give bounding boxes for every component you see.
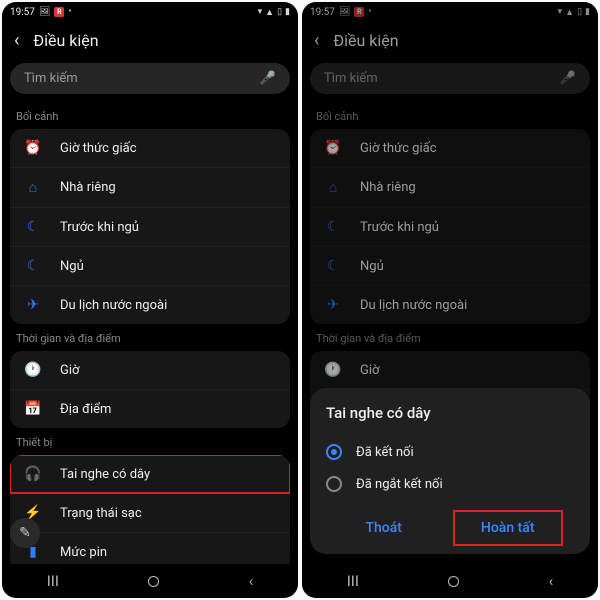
record-icon: R xyxy=(54,7,64,17)
battery-icon: ▮ xyxy=(285,7,290,17)
dot-icon: • xyxy=(368,7,371,17)
clock-icon: 🕐 xyxy=(22,362,44,378)
mic-icon[interactable]: 🎤 xyxy=(560,71,576,86)
signal-icon: ▯ xyxy=(577,7,582,17)
alarm-icon: ⏰ xyxy=(22,140,44,156)
calendar-icon: 📅 xyxy=(22,401,44,417)
section-context: Bối cảnh xyxy=(310,102,590,129)
row-sleep[interactable]: ☾Ngủ xyxy=(10,246,290,285)
status-bar: 19:57 🖼 R • ▾ ▲ ▯ ▮ xyxy=(2,2,298,22)
moon-icon: ☾ xyxy=(22,219,44,235)
home-icon: ⌂ xyxy=(22,179,44,196)
radio-disconnected[interactable]: Đã ngắt kết nối xyxy=(326,468,574,500)
wifi-icon: ▲ xyxy=(265,7,274,18)
page-title: Điều kiện xyxy=(333,31,398,50)
nav-back[interactable]: ‹ xyxy=(233,568,270,594)
row-wake[interactable]: ⏰Giờ thức giấc xyxy=(310,129,590,167)
group-context: ⏰Giờ thức giấc ⌂Nhà riêng ☾Trước khi ngủ… xyxy=(310,129,590,324)
plane-icon: ✈ xyxy=(22,297,44,313)
row-battery[interactable]: ▮Mức pin xyxy=(10,532,290,564)
clock-icon: 🕐 xyxy=(322,362,344,378)
row-sleep[interactable]: ☾Ngủ xyxy=(310,246,590,285)
back-icon[interactable]: ‹ xyxy=(14,30,19,51)
vowifi-icon: ▾ xyxy=(558,7,563,17)
navbar: III ‹ xyxy=(2,564,298,598)
row-before-sleep[interactable]: ☾Trước khi ngủ xyxy=(310,207,590,246)
moon-icon: ☾ xyxy=(322,258,344,274)
battery-icon: ▮ xyxy=(585,7,590,17)
exit-button[interactable]: Thoát xyxy=(337,510,429,546)
search-input[interactable]: Tìm kiếm 🎤 xyxy=(310,63,590,94)
image-icon: 🖼 xyxy=(39,7,50,17)
navbar: III ‹ xyxy=(302,564,598,598)
plane-icon: ✈ xyxy=(322,297,344,313)
row-headphone[interactable]: 🎧Tai nghe có dây xyxy=(10,455,290,493)
row-wake[interactable]: ⏰Giờ thức giấc xyxy=(10,129,290,167)
status-time: 19:57 xyxy=(10,7,35,18)
row-time[interactable]: 🕐Giờ xyxy=(10,351,290,389)
headphone-icon: 🎧 xyxy=(22,466,44,482)
page-title: Điều kiện xyxy=(33,31,98,50)
content: Bối cảnh ⏰Giờ thức giấc ⌂Nhà riêng ☾Trướ… xyxy=(2,102,298,564)
row-home[interactable]: ⌂Nhà riêng xyxy=(310,167,590,207)
row-travel[interactable]: ✈Du lịch nước ngoài xyxy=(10,285,290,324)
section-device: Thiết bị xyxy=(10,428,290,455)
moon-icon: ☾ xyxy=(322,219,344,235)
nav-recent[interactable]: III xyxy=(31,568,75,594)
group-device: 🎧Tai nghe có dây ⚡Trạng thái sạc ▮Mức pi… xyxy=(10,455,290,564)
header: ‹ Điều kiện xyxy=(302,22,598,59)
search-placeholder: Tìm kiếm xyxy=(324,71,378,86)
group-context: ⏰Giờ thức giấc ⌂Nhà riêng ☾Trước khi ngủ… xyxy=(10,129,290,324)
done-button[interactable]: Hoàn tất xyxy=(453,510,563,546)
search-input[interactable]: Tìm kiếm 🎤 xyxy=(10,63,290,94)
section-time-loc: Thời gian và địa điểm xyxy=(10,324,290,351)
back-icon[interactable]: ‹ xyxy=(314,30,319,51)
vowifi-icon: ▾ xyxy=(258,7,263,17)
phone-right: 19:57 🖼 R • ▾ ▲ ▯ ▮ ‹ Điều kiện Tìm kiếm… xyxy=(302,2,598,598)
phone-left: 19:57 🖼 R • ▾ ▲ ▯ ▮ ‹ Điều kiện Tìm kiếm… xyxy=(2,2,298,598)
home-icon: ⌂ xyxy=(322,179,344,196)
nav-recent[interactable]: III xyxy=(331,568,375,594)
popup-actions: Thoát Hoàn tất xyxy=(326,510,574,546)
popup-headphone: Tai nghe có dây Đã kết nối Đã ngắt kết n… xyxy=(310,388,590,554)
popup-title: Tai nghe có dây xyxy=(326,404,574,422)
status-time: 19:57 xyxy=(310,7,335,18)
nav-home[interactable] xyxy=(432,572,475,591)
group-time-loc: 🕐Giờ 📅Địa điểm xyxy=(10,351,290,428)
moon-icon: ☾ xyxy=(22,258,44,274)
nav-home[interactable] xyxy=(132,572,175,591)
nav-back[interactable]: ‹ xyxy=(533,568,570,594)
radio-icon xyxy=(326,444,342,460)
radio-connected[interactable]: Đã kết nối xyxy=(326,436,574,468)
status-bar: 19:57 🖼 R • ▾ ▲ ▯ ▮ xyxy=(302,2,598,22)
wifi-icon: ▲ xyxy=(565,7,574,18)
alarm-icon: ⏰ xyxy=(322,140,344,156)
section-context: Bối cảnh xyxy=(10,102,290,129)
row-location[interactable]: 📅Địa điểm xyxy=(10,389,290,428)
signal-icon: ▯ xyxy=(277,7,282,17)
dot-icon: • xyxy=(68,7,71,17)
row-charging[interactable]: ⚡Trạng thái sạc xyxy=(10,493,290,532)
radio-icon xyxy=(326,476,342,492)
record-icon: R xyxy=(354,7,364,17)
row-time[interactable]: 🕐Giờ xyxy=(310,351,590,389)
section-time-loc: Thời gian và địa điểm xyxy=(310,324,590,351)
search-placeholder: Tìm kiếm xyxy=(24,71,78,86)
row-home[interactable]: ⌂Nhà riêng xyxy=(10,167,290,207)
mic-icon[interactable]: 🎤 xyxy=(260,71,276,86)
edit-fab[interactable]: ✎ xyxy=(10,518,40,548)
row-travel[interactable]: ✈Du lịch nước ngoài xyxy=(310,285,590,324)
image-icon: 🖼 xyxy=(339,7,350,17)
header: ‹ Điều kiện xyxy=(2,22,298,59)
row-before-sleep[interactable]: ☾Trước khi ngủ xyxy=(10,207,290,246)
